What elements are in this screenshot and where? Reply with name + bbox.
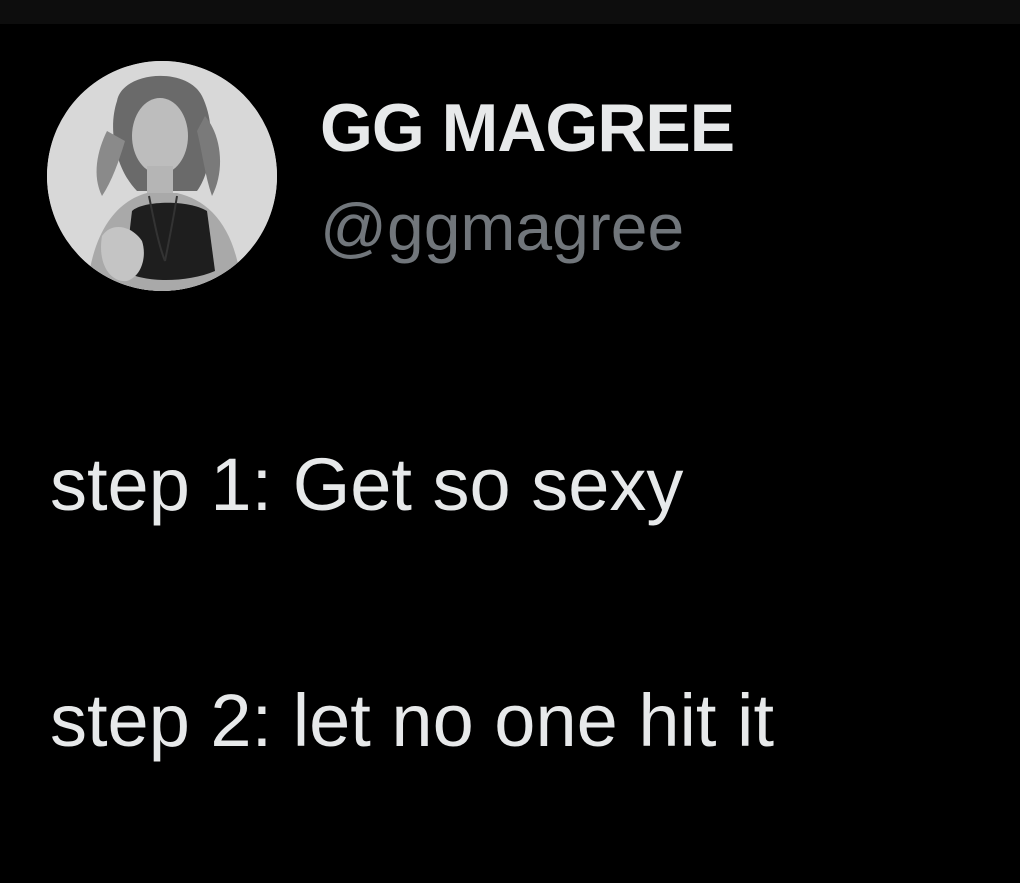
display-name[interactable]: GG MAGREE [320, 94, 735, 162]
tweet-text-line-2: step 2: let no one hit it [50, 679, 775, 762]
user-handle[interactable]: @ggmagree [320, 194, 684, 260]
profile-photo-icon [47, 61, 277, 291]
tweet-card: GG MAGREE @ggmagree step 1: Get so sexy … [0, 24, 1020, 883]
top-bar [0, 0, 1020, 24]
tweet-text-line-1: step 1: Get so sexy [50, 443, 684, 526]
avatar[interactable] [47, 61, 277, 291]
